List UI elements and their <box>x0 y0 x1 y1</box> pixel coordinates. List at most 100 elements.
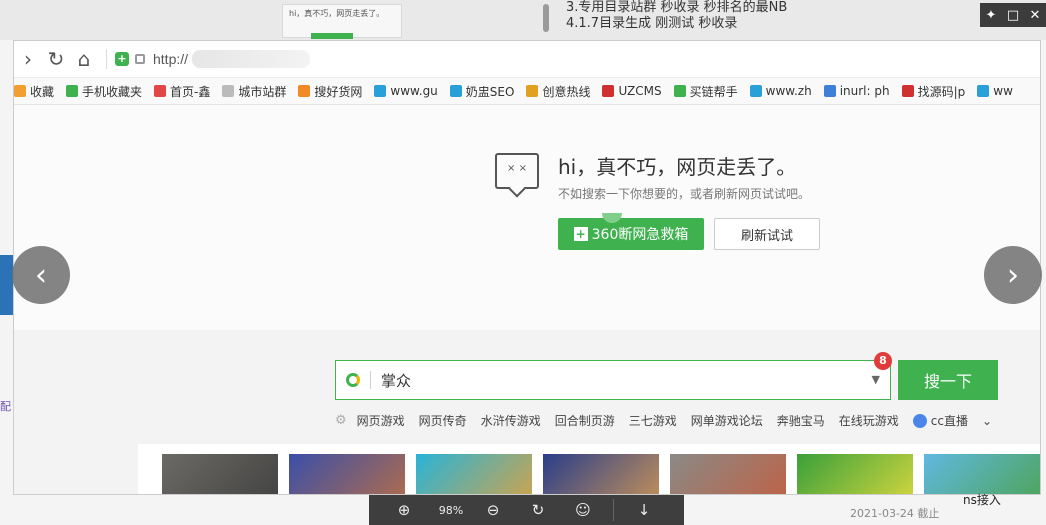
bookmark-item[interactable]: 收藏 <box>14 83 54 100</box>
background-thumb-title: hi，真不巧，网页走丢了。 <box>289 9 385 18</box>
chevron-down-icon[interactable]: ▼ <box>872 373 880 386</box>
background-line: 4.1.7目录生成 刚测试 秒收录 <box>566 16 738 31</box>
bookmark-icon <box>901 85 914 97</box>
background-ns-text: ns接入 <box>963 493 1001 507</box>
bookmark-item[interactable]: inurl: ph <box>823 84 890 98</box>
bookmark-item[interactable]: www.gu <box>374 84 438 98</box>
timestamp-text: 2021-03-24 截止 <box>850 507 940 520</box>
bookmark-item[interactable]: 首页-鑫 <box>154 83 210 100</box>
search-value: 掌众 <box>381 371 412 390</box>
bookmark-icon <box>449 85 462 97</box>
error-section: × × hi，真不巧，网页走丢了。 不如搜索一下你想要的，或者刷新网页试试吧。 … <box>14 105 1040 330</box>
game-thumbnail[interactable] <box>543 454 659 494</box>
bookmark-item[interactable]: 买链帮手 <box>673 83 738 100</box>
bookmark-icon <box>749 85 762 97</box>
bookmark-item[interactable]: 创意热线 <box>526 83 590 100</box>
search-section: 掌众 ▼ 8 搜一下 ⚙ 网页游戏 网页传奇 水浒传游戏 回合制页游 三七游戏 网单游戏论… <box>14 330 1040 494</box>
search-button[interactable]: 搜一下 <box>898 360 998 400</box>
bookmark-label: 找源码|p <box>917 84 966 99</box>
hot-link[interactable]: 回合制页游 <box>555 412 615 429</box>
background-text-lines: 3.专用目录站群 秒收录 秒排名的最NB 4.1.7目录生成 刚测试 秒收录 <box>566 0 787 32</box>
game-thumbnail[interactable] <box>289 454 405 494</box>
next-arrow-icon[interactable]: › <box>984 246 1042 304</box>
bookmark-item[interactable]: www.zh <box>749 84 812 98</box>
first-aid-icon: + <box>573 227 588 241</box>
background-header <box>0 0 1046 40</box>
viewer-window-controls: ✦ □ ✕ <box>980 3 1046 27</box>
refresh-button[interactable]: 刷新试试 <box>714 218 820 250</box>
notification-badge: 8 <box>874 352 892 370</box>
chevron-down-icon[interactable]: ⌄ <box>982 414 992 428</box>
bookmark-item[interactable]: 手机收藏夹 <box>66 83 142 100</box>
bookmark-label: 创意热线 <box>542 84 591 99</box>
bookmark-label: 买链帮手 <box>689 84 738 99</box>
maximize-icon[interactable]: □ <box>1004 8 1022 23</box>
bookmark-icon <box>222 85 235 97</box>
bookmark-label: www.zh <box>765 84 812 98</box>
background-left-tab <box>0 255 13 315</box>
game-thumbnail[interactable] <box>670 454 786 494</box>
hot-link[interactable]: 水浒传游戏 <box>481 412 541 429</box>
bookmark-item[interactable]: UZCMS <box>602 84 662 98</box>
home-icon[interactable]: ⌂ <box>70 47 98 71</box>
hot-link[interactable]: 网单游戏论坛 <box>691 412 763 429</box>
bookmark-item[interactable]: 搜好货网 <box>298 83 362 100</box>
address-bar: › ↻ ⌂ + http:// <box>14 41 1040 77</box>
bookmark-item[interactable]: ww <box>977 84 1013 98</box>
hot-link[interactable]: 奔驰宝马 <box>777 412 825 429</box>
bookmark-icon <box>154 85 167 97</box>
zoom-in-icon[interactable]: ⊕ <box>389 501 419 519</box>
background-thumbnail: hi，真不巧，网页走丢了。 <box>282 4 402 39</box>
bookmark-label: ww <box>993 84 1013 98</box>
image-thumbnails <box>138 444 1040 494</box>
search-input[interactable]: 掌众 ▼ <box>335 360 891 400</box>
forward-icon[interactable]: › <box>14 47 42 71</box>
refresh-icon[interactable]: ↻ <box>42 47 70 71</box>
lock-icon <box>135 54 145 64</box>
hot-link[interactable]: cc直播 <box>931 412 968 429</box>
bookmark-label: www.gu <box>390 84 438 98</box>
bookmark-icon <box>374 85 387 97</box>
game-thumbnail[interactable] <box>924 454 1040 494</box>
smile-icon[interactable]: ☺ <box>568 501 598 519</box>
error-subtitle: 不如搜索一下你想要的，或者刷新网页试试吧。 <box>558 187 811 201</box>
hot-link[interactable]: 三七游戏 <box>629 412 677 429</box>
rescue-button[interactable]: + 360断网急救箱 <box>558 218 704 250</box>
download-icon[interactable]: ↓ <box>629 501 659 519</box>
bookmarks-bar: 收藏 手机收藏夹 首页-鑫 城市站群 搜好货网 www.gu 奶盅SEO 创意热线 UZCMS 买… <box>14 77 1040 105</box>
bookmark-icon <box>977 85 990 97</box>
bookmark-icon <box>66 85 79 97</box>
bookmark-icon <box>298 85 311 97</box>
game-thumbnail[interactable] <box>162 454 278 494</box>
bookmark-label: 搜好货网 <box>314 84 363 99</box>
close-icon[interactable]: ✕ <box>1026 8 1044 23</box>
sad-face-icon: × × <box>495 153 539 189</box>
game-thumbnail[interactable] <box>416 454 532 494</box>
hot-link[interactable]: 网页传奇 <box>419 412 467 429</box>
hot-link[interactable]: 在线玩游戏 <box>839 412 899 429</box>
bookmark-item[interactable]: 奶盅SEO <box>449 83 515 100</box>
viewer-toolbar: ⊕ 98% ⊖ ↻ ☺ ↓ <box>369 495 684 525</box>
rotate-icon[interactable]: ↻ <box>523 501 553 519</box>
background-scrollbar[interactable] <box>543 4 549 32</box>
bookmark-label: UZCMS <box>618 84 662 98</box>
search-logo-icon <box>346 373 360 387</box>
background-thumb-button <box>311 33 353 39</box>
hot-link[interactable]: 网页游戏 <box>357 412 405 429</box>
zoom-out-icon[interactable]: ⊖ <box>478 501 508 519</box>
bookmark-label: 奶盅SEO <box>465 84 515 99</box>
pin-icon[interactable]: ✦ <box>982 8 1000 23</box>
bookmark-icon <box>673 85 686 97</box>
search-divider <box>370 371 371 389</box>
previous-arrow-icon[interactable]: ‹ <box>12 246 70 304</box>
bookmark-icon <box>526 85 539 97</box>
bookmark-item[interactable]: 城市站群 <box>222 83 286 100</box>
game-thumbnail[interactable] <box>797 454 913 494</box>
toolbar-divider <box>613 499 614 521</box>
gear-icon[interactable]: ⚙ <box>335 413 347 428</box>
url-text[interactable]: http:// <box>153 51 188 67</box>
bookmark-icon <box>823 85 836 97</box>
bookmark-item[interactable]: 找源码|p <box>901 83 966 100</box>
background-line: 3.专用目录站群 秒收录 秒排名的最NB <box>566 0 788 15</box>
url-blurred <box>192 50 311 68</box>
